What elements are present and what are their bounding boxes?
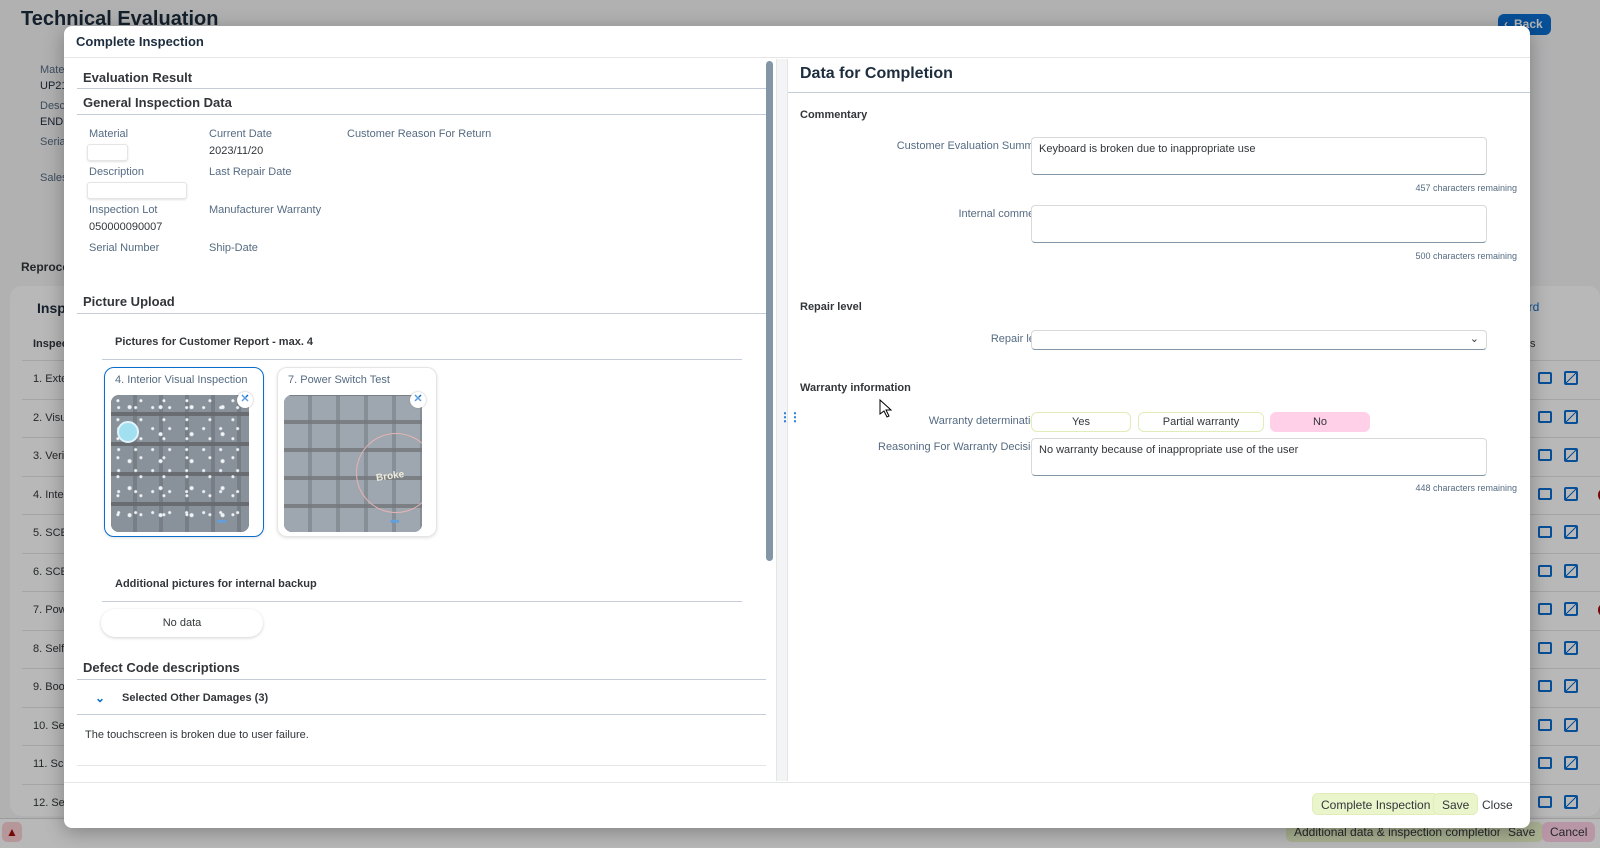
complete-inspection-button[interactable]: Complete Inspection xyxy=(1312,793,1440,815)
inspection-lot-value: 050000090007 xyxy=(89,221,163,233)
evaluation-pane: Evaluation Result General Inspection Dat… xyxy=(64,59,776,781)
save-button[interactable]: Save xyxy=(1433,793,1479,815)
serial-number-label: Serial Number xyxy=(89,242,160,254)
current-date-label: Current Date xyxy=(209,128,272,140)
repair-level-select[interactable]: ⌄ xyxy=(1031,330,1487,350)
picture-thumbnail[interactable] xyxy=(111,395,249,532)
warranty-reasoning-label-text: Reasoning For Warranty Decision: xyxy=(878,441,1046,453)
material-label: Material xyxy=(89,128,129,140)
divider xyxy=(77,765,766,766)
dialog-title: Complete Inspection xyxy=(76,34,204,49)
warranty-reasoning-counter: 448 characters remaining xyxy=(1415,483,1517,493)
internal-comments-textarea[interactable] xyxy=(1031,205,1487,243)
manufacturer-warranty-label: Manufacturer Warranty xyxy=(209,204,322,216)
mouse-cursor-icon xyxy=(879,398,893,418)
close-button[interactable]: Close xyxy=(1473,793,1522,815)
complete-inspection-dialog: Complete Inspection Evaluation Result Ge… xyxy=(64,26,1530,828)
current-date-value: 2023/11/20 xyxy=(209,145,264,157)
no-data-placeholder: No data xyxy=(101,609,263,637)
warranty-reasoning-label: Reasoning For Warranty Decision:* xyxy=(878,441,1052,453)
picture-card[interactable]: 4. Interior Visual Inspection ✕ ••• xyxy=(104,367,264,537)
warranty-reasoning-textarea[interactable]: No warranty because of inappropriate use… xyxy=(1031,438,1487,476)
customer-reason-label: Customer Reason For Return xyxy=(347,128,492,140)
warranty-no-button[interactable]: No xyxy=(1270,412,1370,432)
evaluation-result-title: Evaluation Result xyxy=(83,70,193,85)
repair-level-title: Repair level xyxy=(800,301,862,313)
chevron-down-icon: ⌄ xyxy=(1469,333,1479,345)
picture-title: 4. Interior Visual Inspection xyxy=(115,374,248,386)
additional-pictures-title: Additional pictures for internal backup xyxy=(115,578,317,590)
scrollbar[interactable] xyxy=(766,61,773,561)
material-field[interactable] xyxy=(87,144,128,161)
completion-pane: Data for Completion Commentary Customer … xyxy=(788,59,1530,781)
divider xyxy=(77,679,766,680)
general-inspection-data-title: General Inspection Data xyxy=(83,95,232,110)
customer-report-pictures-title: Pictures for Customer Report - max. 4 xyxy=(115,336,314,348)
ship-date-label: Ship-Date xyxy=(209,242,258,254)
picture-card[interactable]: 7. Power Switch Test Broke ✕ ••• xyxy=(277,367,437,537)
divider xyxy=(77,88,766,89)
divider xyxy=(102,601,742,602)
dialog-footer: Complete Inspection Save Close xyxy=(64,782,1530,828)
customer-evaluation-label: Customer Evaluation Summary: xyxy=(896,140,1052,152)
description-label: Description xyxy=(89,166,145,178)
completion-title: Data for Completion xyxy=(800,65,953,82)
warranty-information-title: Warranty information xyxy=(800,382,911,394)
customer-evaluation-textarea[interactable]: Keyboard is broken due to inappropriate … xyxy=(1031,137,1487,175)
description-field[interactable] xyxy=(87,182,187,199)
customer-evaluation-counter: 457 characters remaining xyxy=(1415,183,1517,193)
internal-comments-counter: 500 characters remaining xyxy=(1415,251,1517,261)
commentary-title: Commentary xyxy=(800,109,868,121)
defect-description-text: The touchscreen is broken due to user fa… xyxy=(85,729,309,741)
last-repair-date-label: Last Repair Date xyxy=(209,166,292,178)
defect-code-descriptions-title: Defect Code descriptions xyxy=(83,660,240,675)
dialog-header: Complete Inspection xyxy=(64,26,1530,58)
pane-splitter[interactable]: ⋮⋮ xyxy=(776,59,801,781)
chevron-down-icon[interactable]: ⌄ xyxy=(95,691,105,705)
warranty-determination-label-text: Warranty determination: xyxy=(928,415,1046,427)
picture-title: 7. Power Switch Test xyxy=(288,374,390,386)
warranty-yes-button[interactable]: Yes xyxy=(1031,412,1131,432)
dialog-body: Evaluation Result General Inspection Dat… xyxy=(64,59,1530,781)
picture-thumbnail[interactable]: Broke xyxy=(284,395,422,532)
warranty-partial-button[interactable]: Partial warranty xyxy=(1138,412,1264,432)
completion-header: Data for Completion xyxy=(788,59,1530,93)
divider xyxy=(77,313,766,314)
selected-other-damages-toggle[interactable]: Selected Other Damages (3) xyxy=(122,692,268,704)
divider xyxy=(77,114,766,115)
inspection-lot-label: Inspection Lot xyxy=(89,204,158,216)
picture-upload-title: Picture Upload xyxy=(83,294,175,309)
divider xyxy=(77,714,766,715)
divider xyxy=(102,359,742,360)
